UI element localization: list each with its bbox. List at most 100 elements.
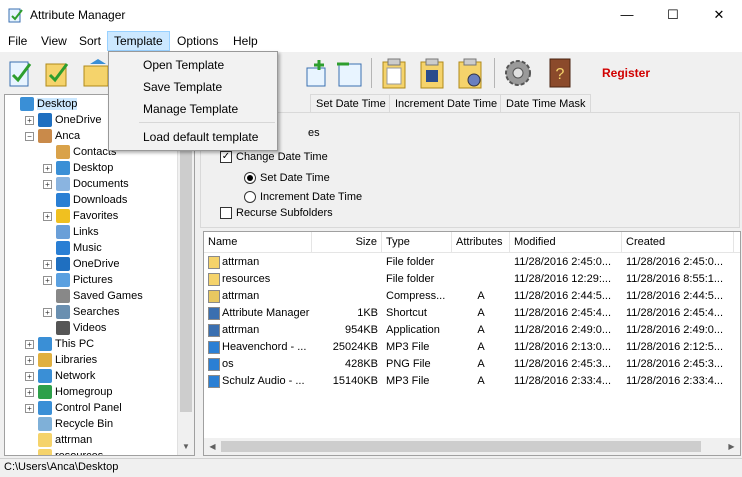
menu-manage-template[interactable]: Manage Template — [110, 98, 276, 120]
file-row[interactable]: resources File folder 11/28/2016 12:29:...… — [204, 271, 740, 288]
tree-item[interactable]: − Anca — [25, 128, 80, 144]
set-date-time-radio[interactable]: Set Date Time — [244, 170, 330, 186]
tree-item[interactable]: + Pictures — [43, 272, 113, 288]
expand-icon[interactable]: + — [43, 307, 52, 317]
menu-help[interactable]: Help — [227, 31, 264, 51]
tree-item[interactable]: + Favorites — [43, 208, 118, 224]
title-bar: Attribute Manager — ☐ ✕ — [0, 0, 742, 30]
download-icon — [56, 193, 70, 208]
file-list[interactable]: Name Size Type Attributes Modified Creat… — [203, 231, 741, 456]
tree-item[interactable]: + Homegroup — [25, 384, 112, 400]
tree-item-label: Desktop — [37, 98, 78, 111]
open-template-icon[interactable] — [378, 56, 410, 90]
menu-save-template[interactable]: Save Template — [110, 76, 276, 98]
close-button[interactable]: ✕ — [696, 0, 742, 30]
tree-item[interactable]: + Libraries — [25, 352, 97, 368]
tree-item[interactable]: Recycle Bin — [25, 416, 113, 432]
help-book-icon[interactable]: ? — [544, 56, 576, 90]
expand-icon[interactable]: + — [25, 371, 34, 381]
register-link[interactable]: Register — [602, 66, 650, 80]
apply-attributes-icon[interactable] — [4, 56, 36, 90]
tree-item[interactable]: + This PC — [25, 336, 94, 352]
menu-template[interactable]: Template — [107, 31, 170, 51]
expand-icon[interactable]: + — [25, 355, 34, 365]
increment-date-time-radio[interactable]: Increment Date Time — [244, 189, 362, 205]
tree-item[interactable]: Desktop — [7, 96, 78, 112]
scrollbar-thumb[interactable] — [221, 441, 701, 452]
expand-icon[interactable]: + — [43, 275, 52, 285]
tree-item-label: OneDrive — [55, 114, 102, 127]
expand-icon[interactable]: + — [25, 115, 34, 125]
settings-gear-icon[interactable] — [502, 56, 534, 90]
tree-item[interactable]: Music — [43, 240, 102, 256]
tree-item[interactable]: + Documents — [43, 176, 129, 192]
scrollbar-thumb[interactable] — [180, 112, 192, 412]
file-row[interactable]: attrman 954KB Application A 11/28/2016 2:49:… — [204, 322, 740, 339]
menu-file[interactable]: File — [2, 31, 33, 51]
expand-icon[interactable]: + — [43, 211, 52, 221]
menu-open-template[interactable]: Open Template — [110, 54, 276, 76]
cell-modified: 11/28/2016 2:45:0... — [514, 256, 612, 268]
column-type[interactable]: Type — [382, 232, 452, 253]
file-row[interactable]: attrman File folder 11/28/2016 2:45:0... 11… — [204, 254, 740, 271]
tree-item-label: Anca — [55, 130, 81, 143]
tree-item[interactable]: + Searches — [43, 304, 119, 320]
tree-item-label: Desktop — [73, 162, 114, 175]
file-row[interactable]: attrman Compress... A 11/28/2016 2:44:5... 1… — [204, 288, 740, 305]
expand-icon[interactable]: + — [43, 259, 52, 269]
file-row[interactable]: Attribute Manager 1KB Shortcut A 11/28/2016 … — [204, 305, 740, 322]
shortcut-icon — [208, 307, 220, 320]
menu-separator — [139, 122, 275, 123]
tree-item[interactable]: + Desktop — [43, 160, 113, 176]
menu-sort[interactable]: Sort — [73, 31, 107, 51]
expand-icon[interactable]: + — [25, 387, 34, 397]
tree-item[interactable]: + OneDrive — [43, 256, 119, 272]
tree-item[interactable]: Contacts — [43, 144, 116, 160]
menu-view[interactable]: View — [35, 31, 73, 51]
column-modified[interactable]: Modified — [510, 232, 622, 253]
tree-item[interactable]: Videos — [43, 320, 106, 336]
horizontal-scrollbar[interactable]: ◀ ▶ — [204, 438, 740, 455]
scroll-right-icon[interactable]: ▶ — [723, 438, 740, 455]
tree-item[interactable]: Downloads — [43, 192, 127, 208]
tree-item[interactable]: Saved Games — [43, 288, 143, 304]
tree-item[interactable]: + OneDrive — [25, 112, 101, 128]
file-row[interactable]: os 428KB PNG File A 11/28/2016 2:45:3... 11/2… — [204, 356, 740, 373]
apply-template-icon[interactable] — [42, 56, 74, 90]
change-date-time-checkbox[interactable]: ✓ Change Date Time — [220, 149, 328, 165]
file-row[interactable]: Schulz Audio - ... 15140KB MP3 File A 11/28/… — [204, 373, 740, 390]
menu-options[interactable]: Options — [171, 31, 224, 51]
tree-item[interactable]: + Control Panel — [25, 400, 122, 416]
tab-increment-date-time[interactable]: Increment Date Time — [389, 94, 504, 112]
expand-icon[interactable]: + — [25, 403, 34, 413]
tree-item[interactable]: Links — [43, 224, 99, 240]
expand-icon[interactable]: + — [25, 339, 34, 349]
save-template-icon[interactable] — [416, 56, 448, 90]
column-created[interactable]: Created — [622, 232, 734, 253]
tab-set-date-time[interactable]: Set Date Time — [310, 94, 392, 112]
expand-icon[interactable]: + — [43, 163, 52, 173]
remove-item-icon[interactable] — [333, 56, 365, 90]
cell-modified: 11/28/2016 2:33:4... — [514, 375, 612, 387]
menu-load-default-template[interactable]: Load default template — [110, 126, 276, 148]
collapse-icon[interactable]: − — [25, 131, 34, 141]
manage-template-icon[interactable] — [454, 56, 486, 90]
file-row[interactable]: Heavenchord - ... 25024KB MP3 File A 11/28/2… — [204, 339, 740, 356]
tree-item[interactable]: + Network — [25, 368, 95, 384]
column-name[interactable]: Name — [204, 232, 312, 253]
tab-date-time-mask[interactable]: Date Time Mask — [500, 94, 592, 112]
maximize-button[interactable]: ☐ — [650, 0, 696, 30]
cell-type: MP3 File — [386, 341, 430, 353]
tree-item[interactable]: resources — [25, 448, 103, 455]
scroll-left-icon[interactable]: ◀ — [204, 438, 221, 455]
video-icon — [56, 321, 70, 336]
column-size[interactable]: Size — [312, 232, 382, 253]
scroll-down-icon[interactable]: ▼ — [178, 438, 194, 455]
tree-item[interactable]: attrman — [25, 432, 92, 448]
tree-item-label: Documents — [73, 178, 129, 191]
column-attributes[interactable]: Attributes — [452, 232, 510, 253]
expand-icon[interactable]: + — [43, 179, 52, 189]
recurse-subfolders-checkbox[interactable]: Recurse Subfolders — [220, 205, 333, 221]
minimize-button[interactable]: — — [604, 0, 650, 30]
